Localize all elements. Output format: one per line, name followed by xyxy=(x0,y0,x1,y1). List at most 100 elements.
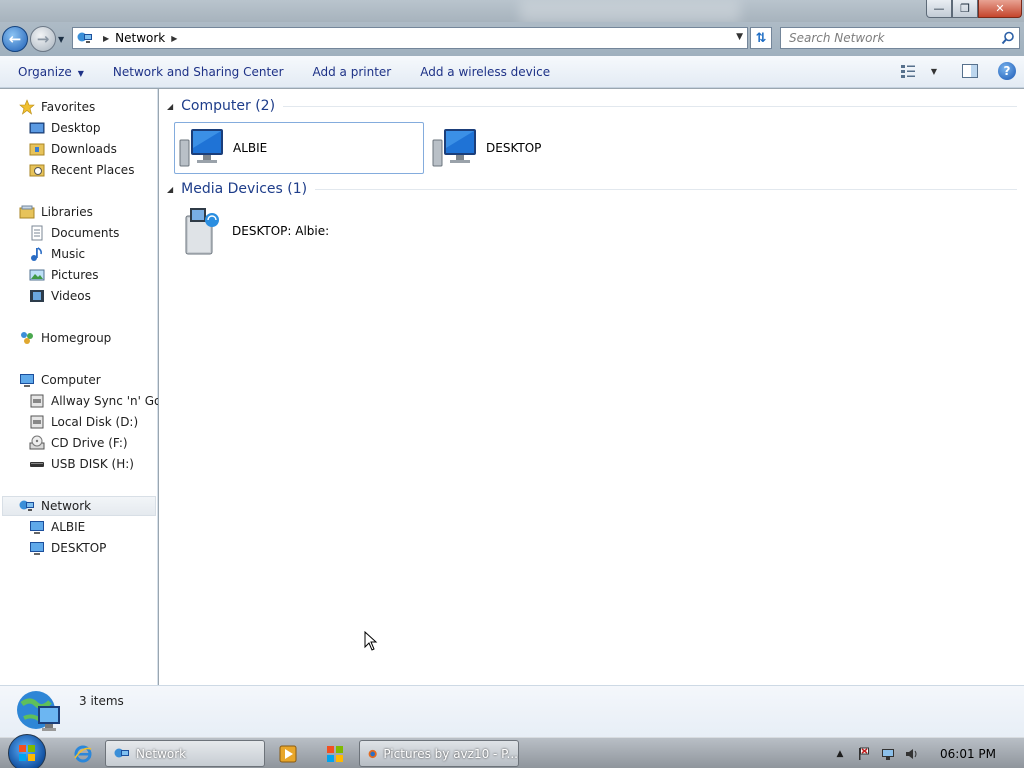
preview-pane-button[interactable] xyxy=(960,62,980,80)
taskbar-media-player[interactable] xyxy=(275,741,301,767)
nav-computer[interactable]: Computer xyxy=(19,370,155,390)
close-button[interactable]: ✕ xyxy=(978,0,1022,18)
arrow-left-icon: ← xyxy=(8,30,22,48)
network-computer-desktop[interactable]: DESKTOP xyxy=(428,122,678,174)
help-icon: ? xyxy=(1003,64,1011,78)
nav-homegroup[interactable]: Homegroup xyxy=(19,328,155,348)
nav-allway-sync[interactable]: Allway Sync 'n' Go ( xyxy=(29,391,158,411)
nav-libraries[interactable]: Libraries xyxy=(19,202,155,222)
nav-albie-label: ALBIE xyxy=(51,520,86,534)
action-center-flag-icon[interactable] xyxy=(856,746,872,762)
nav-videos-label: Videos xyxy=(51,289,91,303)
taskbar-windows-app[interactable] xyxy=(322,741,348,767)
view-icon xyxy=(901,65,915,78)
nav-favorites-label: Favorites xyxy=(41,100,96,114)
nav-network[interactable]: Network xyxy=(2,496,156,516)
usb-drive-icon xyxy=(30,462,44,467)
nav-downloads[interactable]: Downloads xyxy=(29,139,155,159)
view-options-dropdown[interactable]: ▼ xyxy=(924,62,944,80)
nav-videos[interactable]: Videos xyxy=(29,286,155,306)
nav-desktop-pc-label: DESKTOP xyxy=(51,541,107,555)
nav-documents-label: Documents xyxy=(51,226,120,240)
nav-music[interactable]: Music xyxy=(29,244,155,264)
organize-button[interactable]: Organize ▼ xyxy=(18,65,84,79)
libraries-icon xyxy=(19,205,35,219)
navigation-pane: Favorites Desktop Downloads Recent Place… xyxy=(0,89,158,685)
back-button[interactable]: ← xyxy=(2,26,28,52)
preview-pane-icon xyxy=(962,64,978,78)
nav-downloads-label: Downloads xyxy=(51,142,117,156)
minimize-button[interactable]: — xyxy=(926,0,952,18)
computer-icon xyxy=(179,129,223,167)
nav-cd-drive-f[interactable]: CD Drive (F:) xyxy=(29,433,155,453)
network-tray-icon[interactable] xyxy=(880,746,896,762)
taskbar-network-label: Network xyxy=(136,746,187,761)
cd-drive-icon xyxy=(29,435,45,450)
search-box[interactable] xyxy=(780,27,1020,49)
nav-albie[interactable]: ALBIE xyxy=(29,517,155,537)
nav-recent-places[interactable]: Recent Places xyxy=(29,160,155,180)
breadcrumb-separator[interactable]: ▶ xyxy=(171,34,177,43)
help-button[interactable]: ? xyxy=(998,62,1016,80)
network-computer-albie[interactable]: ALBIE xyxy=(174,122,424,174)
add-printer-button[interactable]: Add a printer xyxy=(313,65,392,79)
start-button[interactable] xyxy=(8,734,46,768)
documents-icon xyxy=(31,225,43,241)
forward-button[interactable]: → xyxy=(30,26,56,52)
nav-usb-disk-h[interactable]: USB DISK (H:) xyxy=(29,454,155,474)
group-media-devices-header[interactable]: ◢ Media Devices (1) xyxy=(167,181,1017,197)
nav-allway-sync-label: Allway Sync 'n' Go ( xyxy=(51,394,158,408)
view-controls: ▼ ? xyxy=(892,62,1016,80)
firefox-icon xyxy=(368,749,377,758)
desktop-label: DESKTOP xyxy=(486,141,542,155)
maximize-button[interactable]: ❐ xyxy=(952,0,978,18)
media-device-icon xyxy=(185,208,219,255)
window-controls: — ❐ ✕ xyxy=(926,0,1022,18)
computer-icon xyxy=(432,129,476,167)
taskbar-network-window[interactable]: Network xyxy=(105,740,265,767)
nav-local-disk-d[interactable]: Local Disk (D:) xyxy=(29,412,155,432)
address-dropdown[interactable]: ▼ xyxy=(736,32,743,42)
speaker-icon xyxy=(906,748,917,759)
chevron-up-icon: ▲ xyxy=(836,748,844,759)
volume-tray-icon[interactable] xyxy=(904,746,920,762)
content-pane: ◢ Computer (2) ALBIE DESKTOP ◢ Media Dev… xyxy=(159,89,1024,685)
network-icon xyxy=(19,500,34,511)
system-tray: ▲ 06:01 PM xyxy=(828,738,1024,768)
refresh-button[interactable]: ⇅ xyxy=(750,27,772,49)
search-input[interactable] xyxy=(789,31,989,45)
media-device-desktop-albie[interactable]: DESKTOP: Albie: xyxy=(174,205,424,257)
breadcrumb-network[interactable]: Network xyxy=(115,31,165,45)
nav-desktop[interactable]: Desktop xyxy=(29,118,155,138)
background-blur xyxy=(520,0,740,24)
nav-cd-drive-f-label: CD Drive (F:) xyxy=(51,436,128,450)
network-sharing-center-button[interactable]: Network and Sharing Center xyxy=(113,65,284,79)
windows-flag-icon xyxy=(327,746,343,762)
videos-icon xyxy=(30,290,44,302)
taskbar-firefox-window[interactable]: Pictures by avz10 - P... xyxy=(359,740,519,767)
nav-pictures[interactable]: Pictures xyxy=(29,265,155,285)
recent-pages-dropdown[interactable]: ▼ xyxy=(58,35,64,44)
search-icon[interactable] xyxy=(1001,31,1015,45)
title-bar: — ❐ ✕ xyxy=(0,0,1024,24)
address-bar[interactable]: ▶ Network ▶ ▼ xyxy=(72,27,748,49)
star-icon xyxy=(19,99,35,115)
taskbar: Network Pictures by avz10 - P... ▲ 06:01… xyxy=(0,734,1024,768)
taskbar-internet-explorer[interactable] xyxy=(70,741,96,767)
group-computer-header[interactable]: ◢ Computer (2) xyxy=(167,98,1017,114)
nav-usb-disk-h-label: USB DISK (H:) xyxy=(51,457,134,471)
breadcrumb-separator[interactable]: ▶ xyxy=(103,34,109,43)
nav-favorites[interactable]: Favorites xyxy=(19,97,155,117)
add-wireless-device-button[interactable]: Add a wireless device xyxy=(420,65,550,79)
albie-label: ALBIE xyxy=(233,141,268,155)
drive-icon xyxy=(30,394,44,408)
nav-documents[interactable]: Documents xyxy=(29,223,155,243)
show-hidden-icons-button[interactable]: ▲ xyxy=(832,746,848,762)
nav-desktop-pc[interactable]: DESKTOP xyxy=(29,538,155,558)
taskbar-firefox-label: Pictures by avz10 - P... xyxy=(383,746,518,761)
organize-label: Organize xyxy=(18,64,72,79)
computer-icon xyxy=(20,374,34,387)
change-view-button[interactable] xyxy=(898,62,918,80)
taskbar-clock[interactable]: 06:01 PM xyxy=(940,747,996,761)
desktop-albie-label: DESKTOP: Albie: xyxy=(232,224,330,238)
